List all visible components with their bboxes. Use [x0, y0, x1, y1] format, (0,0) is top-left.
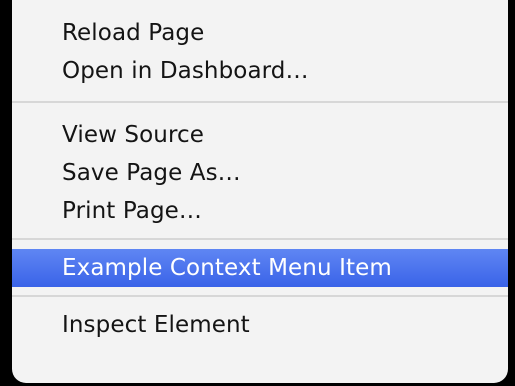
menu-item-inspect-element[interactable]: Inspect Element	[12, 306, 508, 344]
menu-separator	[12, 295, 508, 297]
context-menu: Reload Page Open in Dashboard… View Sour…	[12, 0, 508, 383]
menu-item-example-context-menu-item[interactable]: Example Context Menu Item	[12, 249, 508, 287]
menu-separator	[12, 101, 508, 103]
menu-item-print-page[interactable]: Print Page…	[12, 192, 508, 230]
menu-item-save-page-as[interactable]: Save Page As…	[12, 154, 508, 192]
menu-separator	[12, 238, 508, 240]
menu-item-open-in-dashboard[interactable]: Open in Dashboard…	[12, 52, 508, 90]
menu-item-view-source[interactable]: View Source	[12, 116, 508, 154]
menu-item-reload-page[interactable]: Reload Page	[12, 14, 508, 52]
